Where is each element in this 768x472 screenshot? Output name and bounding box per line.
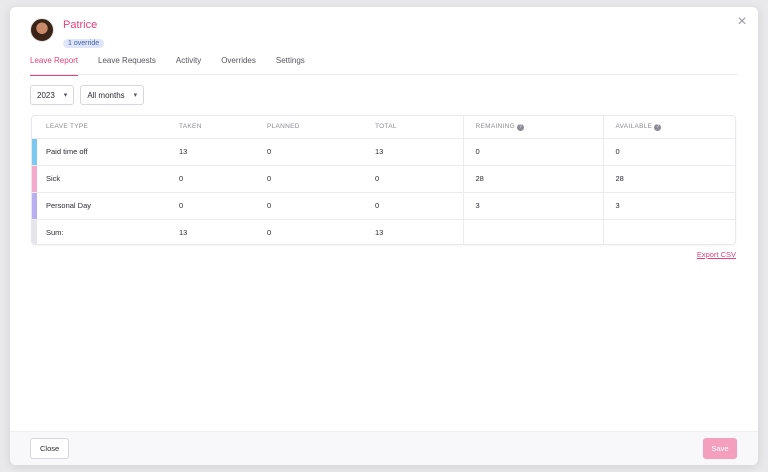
chevron-down-icon: ▾ [133, 92, 138, 99]
user-header: Patrice 1 override [30, 18, 105, 50]
tab-leave-requests[interactable]: Leave Requests [98, 55, 156, 75]
table-row: Sick 0 0 0 28 28 [32, 165, 735, 193]
leave-report-modal: × Patrice 1 override Leave Report Leave … [10, 7, 758, 465]
close-icon[interactable]: × [734, 14, 750, 30]
tab-bar: Leave Report Leave Requests Activity Ove… [30, 55, 738, 76]
chevron-down-icon: ▾ [63, 92, 68, 99]
close-button[interactable]: Close [30, 438, 70, 459]
tab-overrides[interactable]: Overrides [221, 55, 256, 75]
save-button[interactable]: Save [703, 438, 737, 459]
tab-leave-report[interactable]: Leave Report [30, 55, 79, 76]
col-header-planned: PLANNED [267, 116, 375, 139]
filters: 2023 ▾ All months ▾ [30, 85, 150, 105]
export-csv-link[interactable]: Export CSV [697, 250, 736, 259]
table-sum-row: Sum: 13 0 13 [32, 219, 735, 244]
col-header-taken: TAKEN [179, 116, 267, 139]
year-select-value: 2023 [37, 90, 55, 100]
col-header-total: TOTAL [375, 116, 463, 139]
leave-report-table: LEAVE TYPE TAKEN PLANNED TOTAL REMAINING… [31, 115, 736, 245]
modal-footer: Close Save [10, 431, 758, 465]
col-header-available: AVAILABLE? [602, 116, 735, 139]
months-select-value: All months [87, 90, 125, 100]
tab-settings[interactable]: Settings [276, 55, 305, 75]
override-badge[interactable]: 1 override [63, 39, 105, 48]
table-header-row: LEAVE TYPE TAKEN PLANNED TOTAL REMAINING… [32, 116, 735, 139]
table-row: Paid time off 13 0 13 0 0 [32, 138, 735, 166]
table-row: Personal Day 0 0 0 3 3 [32, 192, 735, 220]
year-select[interactable]: 2023 ▾ [30, 85, 75, 105]
col-header-leave-type: LEAVE TYPE [37, 116, 179, 139]
col-header-remaining: REMAINING? [462, 116, 603, 139]
info-icon[interactable]: ? [517, 123, 525, 131]
months-select[interactable]: All months ▾ [80, 85, 145, 105]
avatar [30, 18, 54, 42]
info-icon[interactable]: ? [654, 123, 662, 131]
user-name: Patrice [63, 19, 98, 31]
tab-activity[interactable]: Activity [176, 55, 201, 75]
